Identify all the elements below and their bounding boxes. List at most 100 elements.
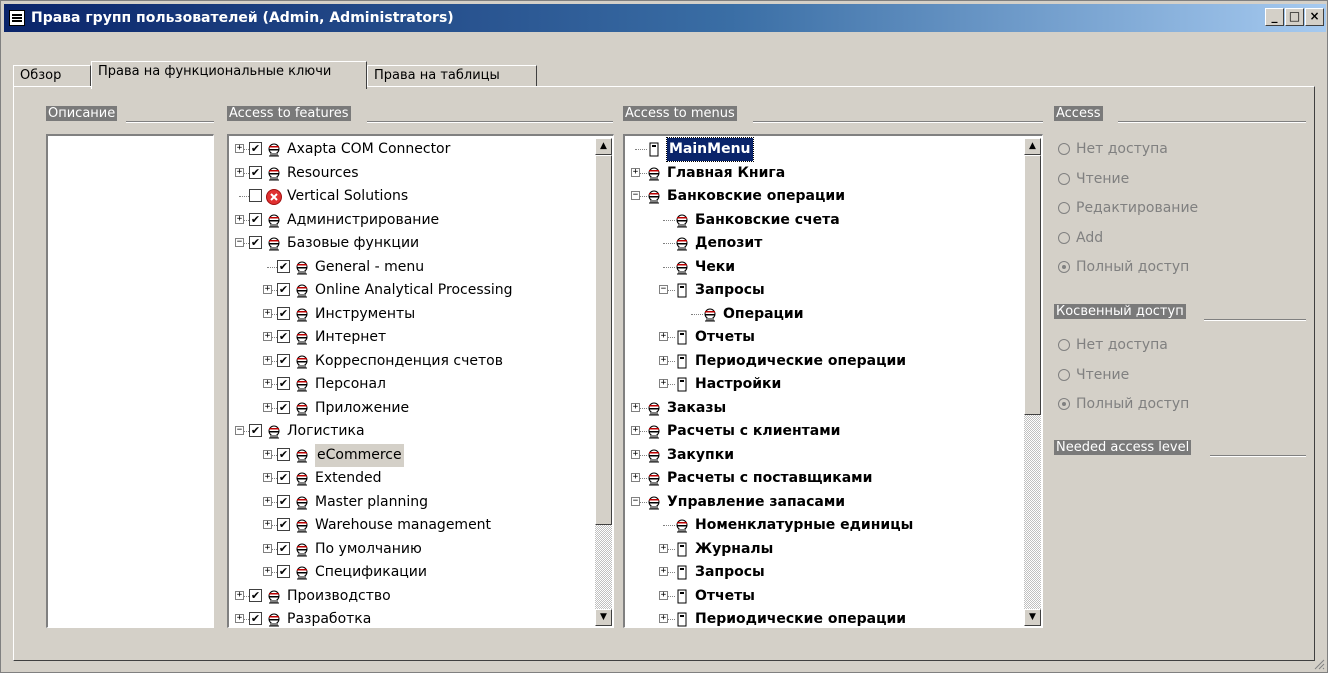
window-title: Права групп пользователей (Admin, Admini…: [31, 10, 454, 26]
title-bar[interactable]: Права групп пользователей (Admin, Admini…: [4, 4, 1326, 32]
radio-button-icon[interactable]: [1058, 261, 1070, 273]
scroll-down-button[interactable]: ▼: [1024, 609, 1041, 626]
expand-icon[interactable]: +: [631, 402, 640, 412]
feature-checkbox[interactable]: ✔: [277, 283, 290, 296]
feature-checkbox[interactable]: ✔: [249, 212, 262, 226]
feature-checkbox[interactable]: ✔: [249, 588, 262, 602]
expand-icon[interactable]: +: [631, 449, 640, 459]
expand-icon[interactable]: +: [659, 355, 668, 365]
features-tree[interactable]: + ✔ Axapta COM Connector + ✔ Resources Vertica…: [227, 134, 614, 628]
expand-icon[interactable]: +: [263, 355, 272, 365]
feature-checkbox[interactable]: ✔: [249, 165, 262, 179]
expand-icon[interactable]: +: [659, 567, 668, 576]
feature-checkbox[interactable]: ✔: [277, 259, 290, 273]
features-group-label: Access to features: [227, 105, 613, 123]
expand-icon[interactable]: +: [263, 308, 272, 318]
close-button[interactable]: ×: [1305, 8, 1324, 26]
radio-button-icon[interactable]: [1058, 339, 1070, 351]
radio-button-icon[interactable]: [1058, 172, 1070, 185]
features-scrollbar[interactable]: ▲ ▼: [595, 138, 612, 626]
expand-icon[interactable]: +: [235, 590, 244, 600]
scroll-thumb[interactable]: [595, 155, 612, 525]
gear-icon: [265, 611, 283, 627]
expand-icon[interactable]: +: [659, 543, 668, 553]
tab-feature-keys[interactable]: Права на функциональные ключи: [91, 61, 367, 89]
radio-button-icon[interactable]: [1058, 143, 1070, 155]
expand-icon[interactable]: +: [235, 167, 244, 177]
expand-icon[interactable]: +: [631, 473, 640, 482]
tree-item-label: Master planning: [315, 493, 429, 510]
tab-overview[interactable]: Обзор: [13, 65, 91, 87]
collapse-icon[interactable]: −: [235, 238, 244, 247]
feature-checkbox[interactable]: ✔: [277, 541, 290, 555]
scroll-thumb[interactable]: [1024, 155, 1041, 415]
collapse-icon[interactable]: −: [631, 191, 640, 200]
gear-icon: [293, 376, 311, 394]
expand-icon[interactable]: +: [631, 167, 640, 177]
feature-checkbox[interactable]: ✔: [249, 424, 262, 437]
expand-icon[interactable]: +: [263, 285, 272, 294]
feature-checkbox[interactable]: ✔: [277, 400, 290, 414]
resize-grip-icon[interactable]: [1313, 658, 1325, 670]
feature-checkbox[interactable]: ✔: [249, 612, 262, 625]
feature-checkbox[interactable]: ✔: [277, 518, 290, 531]
expand-icon[interactable]: +: [263, 402, 272, 412]
expand-icon[interactable]: +: [263, 543, 272, 553]
menus-scrollbar[interactable]: ▲ ▼: [1024, 138, 1041, 626]
radio-label: Нет доступа: [1076, 141, 1168, 157]
feature-checkbox[interactable]: ✔: [249, 142, 262, 155]
radio-label: Нет доступа: [1076, 337, 1168, 353]
tab-tables[interactable]: Права на таблицы: [367, 65, 537, 87]
tree-item-label: Журналы: [695, 540, 774, 557]
minimize-button[interactable]: _: [1265, 8, 1284, 26]
expand-icon[interactable]: +: [235, 214, 244, 224]
menus-tree[interactable]: MainMenu + Главная Книга − Банковские операц…: [623, 134, 1043, 628]
expand-icon[interactable]: +: [235, 614, 244, 623]
error-icon: [265, 188, 283, 206]
expand-icon[interactable]: +: [263, 449, 272, 459]
expand-icon[interactable]: +: [659, 332, 668, 341]
radio-button-icon[interactable]: [1058, 202, 1070, 214]
gear-icon: [293, 494, 311, 512]
radio-button-icon[interactable]: [1058, 231, 1070, 244]
scroll-track[interactable]: [1024, 415, 1041, 609]
feature-checkbox[interactable]: ✔: [277, 353, 290, 367]
expand-icon[interactable]: +: [263, 473, 272, 482]
expand-icon[interactable]: +: [263, 332, 272, 341]
gear-icon: [265, 235, 283, 253]
collapse-icon[interactable]: −: [631, 496, 640, 506]
collapse-icon[interactable]: −: [235, 426, 244, 435]
access-group-label: Access: [1054, 105, 1306, 123]
expand-icon[interactable]: +: [263, 567, 272, 576]
scroll-up-button[interactable]: ▲: [1024, 138, 1041, 155]
expand-icon[interactable]: +: [631, 426, 640, 435]
maximize-button[interactable]: □: [1285, 8, 1304, 26]
radio-label: Чтение: [1076, 366, 1130, 383]
feature-checkbox[interactable]: ✔: [277, 494, 290, 508]
expand-icon[interactable]: +: [659, 379, 668, 388]
feature-checkbox[interactable]: ✔: [277, 447, 290, 461]
window-icon: [9, 10, 25, 26]
feature-checkbox[interactable]: ✔: [277, 330, 290, 343]
menu-icon: [673, 588, 691, 606]
expand-icon[interactable]: +: [263, 496, 272, 506]
feature-checkbox[interactable]: [249, 189, 262, 202]
collapse-icon[interactable]: −: [659, 285, 668, 294]
tree-item-label: Периодические операции: [695, 611, 907, 627]
feature-checkbox[interactable]: ✔: [277, 377, 290, 390]
radio-button-icon[interactable]: [1058, 368, 1070, 381]
scroll-up-button[interactable]: ▲: [595, 138, 612, 155]
feature-checkbox[interactable]: ✔: [277, 471, 290, 484]
feature-checkbox[interactable]: ✔: [277, 306, 290, 320]
scroll-down-button[interactable]: ▼: [595, 609, 612, 626]
expand-icon[interactable]: +: [659, 590, 668, 600]
scroll-track[interactable]: [595, 525, 612, 609]
expand-icon[interactable]: +: [235, 144, 244, 153]
feature-checkbox[interactable]: ✔: [277, 565, 290, 578]
description-box[interactable]: [46, 134, 214, 628]
feature-checkbox[interactable]: ✔: [249, 236, 262, 249]
expand-icon[interactable]: +: [263, 520, 272, 529]
radio-button-icon[interactable]: [1058, 398, 1070, 410]
expand-icon[interactable]: +: [659, 614, 668, 623]
expand-icon[interactable]: +: [263, 379, 272, 388]
